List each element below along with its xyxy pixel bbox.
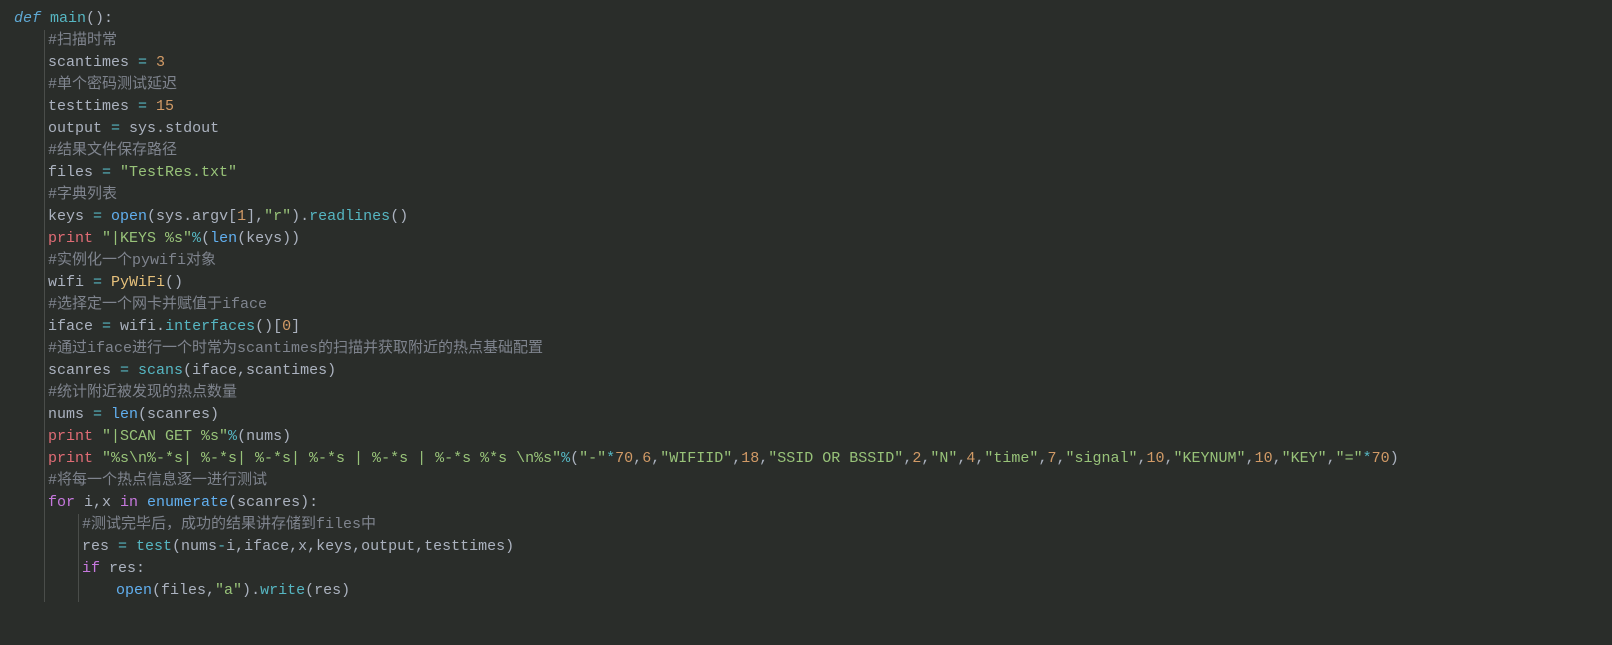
code-line: print "|KEYS %s"%(len(keys)): [14, 228, 1612, 250]
code-line: #通过iface进行一个时常为scantimes的扫描并获取附近的热点基础配置: [14, 338, 1612, 360]
code-line: wifi = PyWiFi(): [14, 272, 1612, 294]
code-line: #单个密码测试延迟: [14, 74, 1612, 96]
code-line: #统计附近被发现的热点数量: [14, 382, 1612, 404]
code-line: print "|SCAN GET %s"%(nums): [14, 426, 1612, 448]
code-line: def main():: [14, 8, 1612, 30]
code-line: if res:: [14, 558, 1612, 580]
code-line: files = "TestRes.txt": [14, 162, 1612, 184]
code-line: output = sys.stdout: [14, 118, 1612, 140]
indent-guide-2: [78, 514, 79, 602]
indent-guide: [44, 30, 45, 602]
code-line: #字典列表: [14, 184, 1612, 206]
code-line: #测试完毕后，成功的结果讲存储到files中: [14, 514, 1612, 536]
code-line: open(files,"a").write(res): [14, 580, 1612, 602]
code-line: nums = len(scanres): [14, 404, 1612, 426]
code-line: #将每一个热点信息逐一进行测试: [14, 470, 1612, 492]
code-line: iface = wifi.interfaces()[0]: [14, 316, 1612, 338]
code-line: #选择定一个网卡并赋值于iface: [14, 294, 1612, 316]
code-line: testtimes = 15: [14, 96, 1612, 118]
code-line: res = test(nums-i,iface,x,keys,output,te…: [14, 536, 1612, 558]
code-editor[interactable]: def main(): #扫描时常 scantimes = 3 #单个密码测试延…: [14, 8, 1612, 602]
code-line: print "%s\n%-*s| %-*s| %-*s| %-*s | %-*s…: [14, 448, 1612, 470]
code-line: keys = open(sys.argv[1],"r").readlines(): [14, 206, 1612, 228]
code-line: scantimes = 3: [14, 52, 1612, 74]
code-line: scanres = scans(iface,scantimes): [14, 360, 1612, 382]
code-line: #结果文件保存路径: [14, 140, 1612, 162]
code-line: #扫描时常: [14, 30, 1612, 52]
code-line: #实例化一个pywifi对象: [14, 250, 1612, 272]
code-line: for i,x in enumerate(scanres):: [14, 492, 1612, 514]
